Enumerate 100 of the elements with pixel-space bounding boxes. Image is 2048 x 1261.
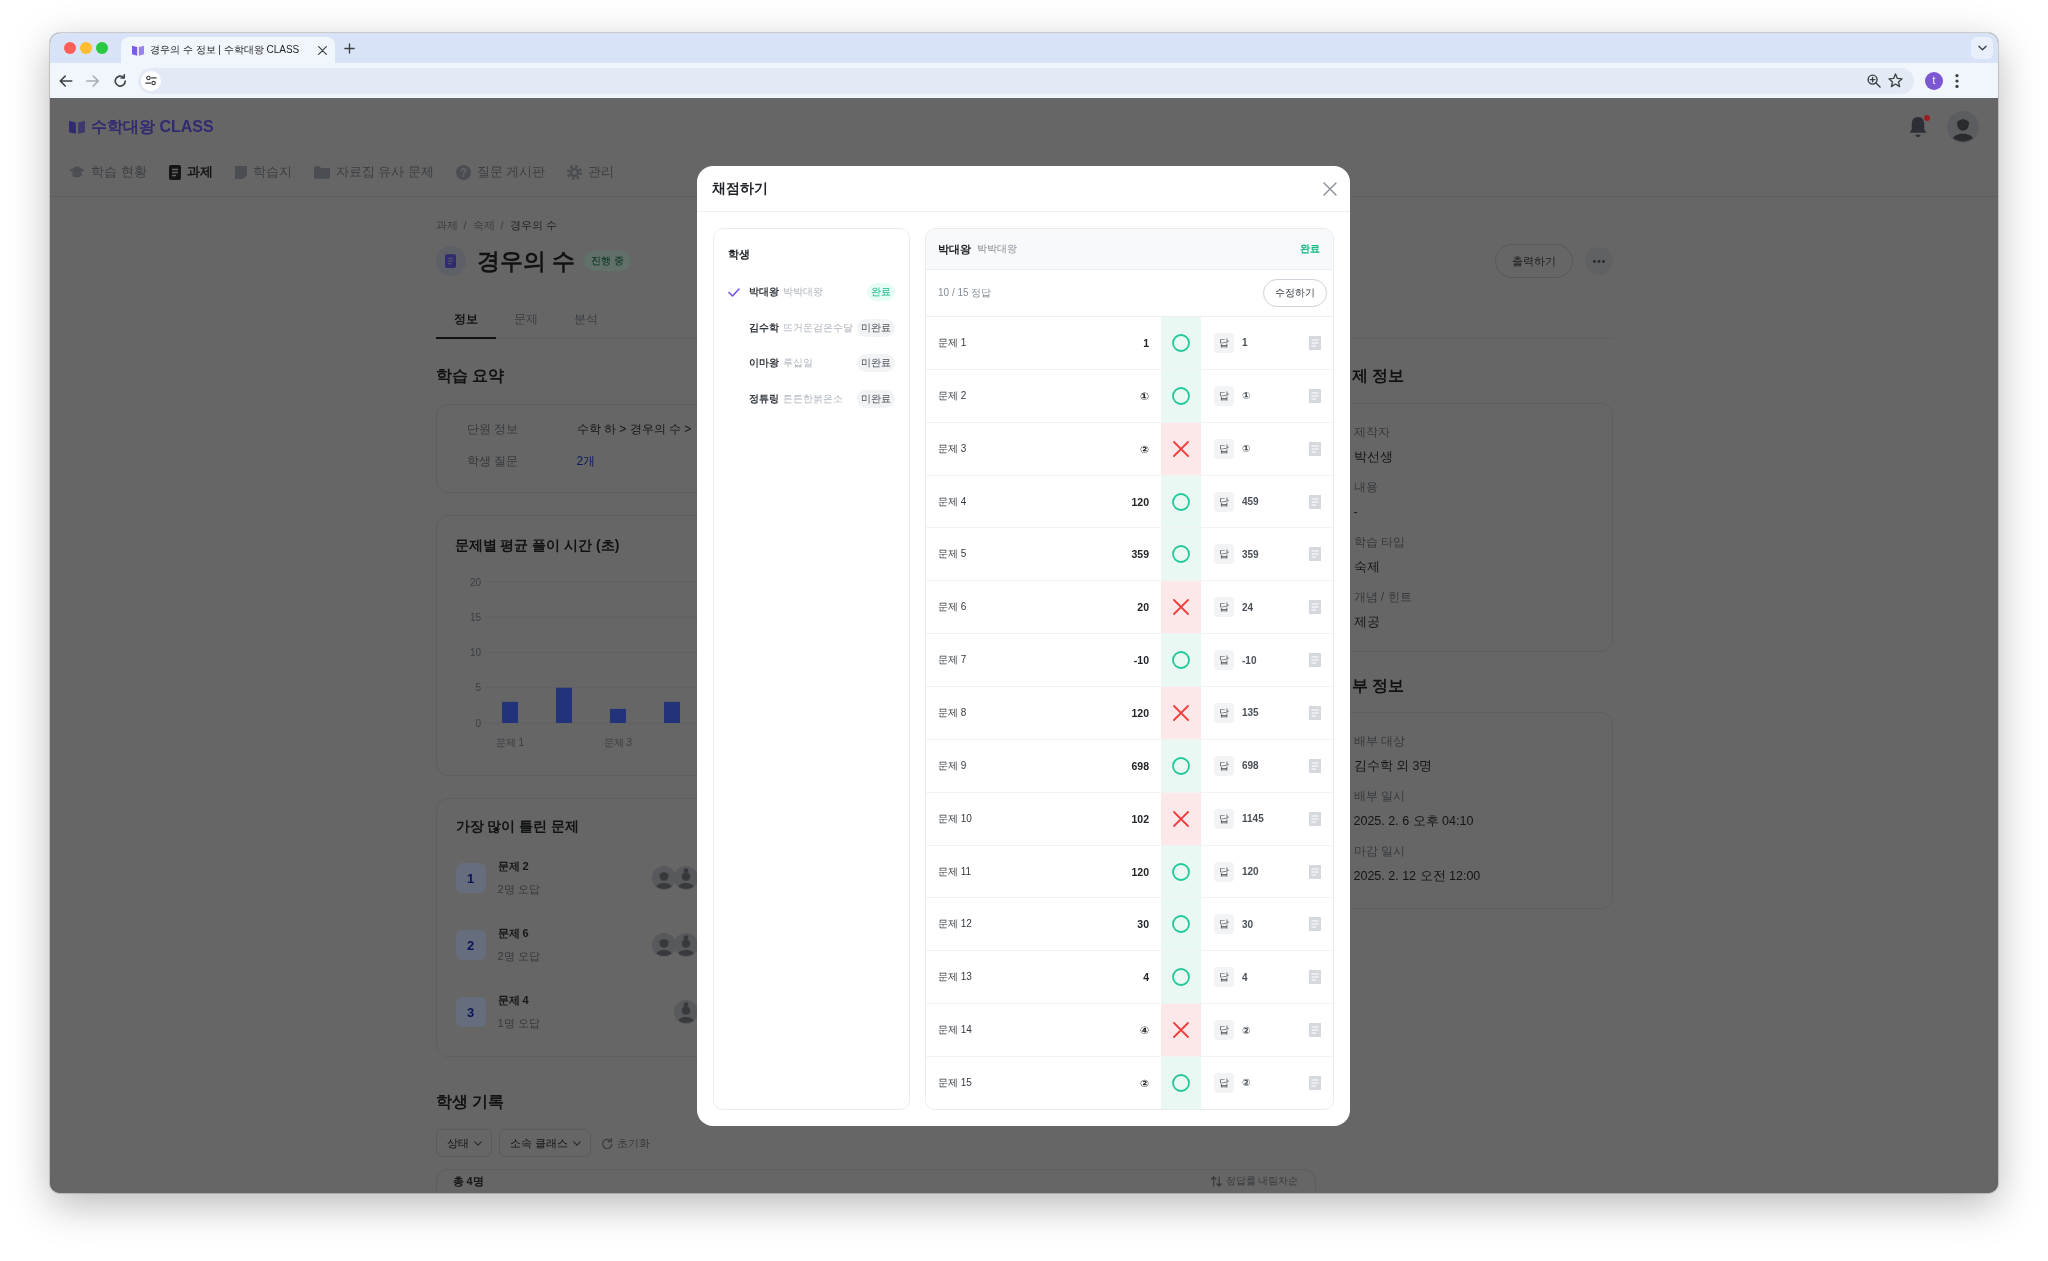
profile-avatar[interactable]: t (1925, 71, 1943, 90)
avatar-icon[interactable] (1947, 111, 1979, 143)
document-icon[interactable] (1309, 600, 1321, 615)
note-icon (234, 165, 247, 179)
breadcrumb-current: 경우의 수 (509, 218, 557, 233)
status-badge: 미완료 (857, 389, 895, 408)
document-icon[interactable] (1309, 1023, 1321, 1038)
student-answer: 120 (1131, 865, 1149, 878)
chevron-down-icon[interactable] (1971, 37, 1993, 59)
cross-icon (1173, 599, 1189, 616)
document-icon[interactable] (1309, 441, 1321, 456)
student-answer: ④ (1140, 1024, 1149, 1037)
field-value: 숙제 (1353, 559, 1380, 576)
document-icon[interactable] (1309, 811, 1321, 826)
chevron-down-icon (473, 1140, 482, 1146)
bar (501, 701, 518, 723)
tab[interactable]: 정보 (435, 302, 496, 339)
edit-button[interactable]: 수정하기 (1263, 279, 1327, 307)
document-icon[interactable] (1309, 494, 1321, 509)
answer-tag: 답 (1214, 755, 1234, 776)
window-zoom-button[interactable] (96, 42, 108, 54)
logo-text[interactable]: 수학대왕 CLASS (91, 116, 214, 138)
document-icon[interactable] (1309, 864, 1321, 879)
student-answer: 1 (1143, 336, 1149, 349)
correct-answer: ① (1242, 390, 1251, 402)
rank-badge: 3 (455, 997, 486, 1027)
question-label: 문제 1 (938, 335, 967, 350)
answer-tag: 답 (1214, 1020, 1234, 1041)
filter-dropdown[interactable]: 상태 (435, 1129, 492, 1157)
bell-icon[interactable] (1909, 117, 1927, 137)
document-icon[interactable] (1309, 547, 1321, 562)
document-icon[interactable] (1309, 970, 1321, 985)
answer-tag: 답 (1214, 438, 1234, 459)
correct-answer: ① (1242, 443, 1251, 455)
window-close-button[interactable] (64, 42, 76, 54)
nav-link[interactable]: 과제 (168, 158, 213, 186)
correct-answer: 1 (1242, 337, 1248, 349)
document-icon[interactable] (1309, 388, 1321, 403)
student-name: 김수학 (749, 320, 779, 335)
student-item[interactable]: 정튜링 튼튼한붉은소 미완료 (728, 385, 895, 412)
answer-tag: 답 (1214, 332, 1234, 353)
student-nickname: 뜨거운검은수달 (783, 320, 853, 335)
question-count-link[interactable]: 2개 (576, 450, 596, 472)
avatar-icon (673, 866, 698, 890)
question-label: 문제 2 (938, 388, 967, 403)
correct-answer: 24 (1242, 601, 1254, 613)
plus-icon[interactable] (344, 42, 355, 54)
field-value: 2025. 2. 6 오후 04:10 (1353, 813, 1474, 830)
filter-dropdown[interactable]: 소속 클래스 (498, 1129, 591, 1157)
answer-tag: 답 (1214, 808, 1234, 829)
document-icon[interactable] (1309, 335, 1321, 350)
bar (609, 708, 626, 723)
score-text: 10 / 15 정답 (938, 286, 992, 300)
question-label: 문제 4 (938, 494, 967, 509)
section-heading: 학습 요약 (435, 366, 504, 386)
close-icon[interactable] (318, 45, 327, 55)
circle-icon (1172, 968, 1190, 987)
back-arrow-icon[interactable] (59, 74, 73, 87)
star-icon[interactable] (1888, 73, 1903, 88)
modal-title: 채점하기 (712, 179, 768, 198)
student-nickname: 루십일 (783, 356, 813, 370)
student-answer: 120 (1131, 495, 1149, 508)
problem-title[interactable]: 문제 4 (497, 989, 529, 1012)
browser-tab[interactable]: 경우의 수 정보 | 수학대왕 CLASS (121, 37, 335, 63)
question-label: 문제 15 (938, 1075, 972, 1090)
question-label: 문제 10 (938, 811, 972, 826)
problem-title[interactable]: 문제 6 (497, 922, 529, 945)
correct-answer: ② (1242, 1024, 1251, 1036)
address-field[interactable] (138, 67, 1914, 94)
reload-icon[interactable] (114, 74, 127, 87)
more-button[interactable] (1584, 247, 1613, 275)
status-badge: 미완료 (857, 318, 895, 337)
circle-icon (1172, 333, 1190, 352)
question-label: 문제 8 (938, 705, 967, 720)
student-item[interactable]: 김수학 뜨거운검은수달 미완료 (728, 314, 895, 341)
gear-icon (567, 164, 583, 180)
student-answer: 120 (1131, 706, 1149, 719)
problem-title[interactable]: 문제 2 (497, 855, 529, 878)
document-icon[interactable] (1309, 705, 1321, 720)
student-item[interactable]: 박대왕 박박대왕 완료 (728, 279, 895, 305)
more-vertical-icon[interactable] (1955, 73, 1959, 88)
avatar-icon (651, 933, 676, 957)
site-settings-icon[interactable] (141, 70, 161, 91)
student-answer: 359 (1131, 548, 1149, 561)
circle-icon (1172, 756, 1190, 775)
cross-icon (1173, 810, 1189, 827)
document-icon[interactable] (1309, 917, 1321, 932)
answer-tag: 답 (1214, 650, 1234, 671)
total-count: 총 4명 (452, 1174, 484, 1189)
zoom-in-icon[interactable] (1867, 73, 1881, 88)
forward-arrow-icon[interactable] (86, 74, 100, 87)
window-minimize-button[interactable] (80, 42, 92, 54)
student-item[interactable]: 이마왕 루십일 미완료 (728, 350, 895, 376)
question-label: 문제 9 (938, 758, 967, 773)
document-icon[interactable] (1309, 653, 1321, 668)
document-icon[interactable] (1309, 1075, 1321, 1090)
student-name: 정튜링 (749, 391, 779, 406)
student-name: 박대왕 (938, 241, 971, 257)
avatar-icon (651, 866, 676, 890)
document-icon[interactable] (1309, 758, 1321, 773)
